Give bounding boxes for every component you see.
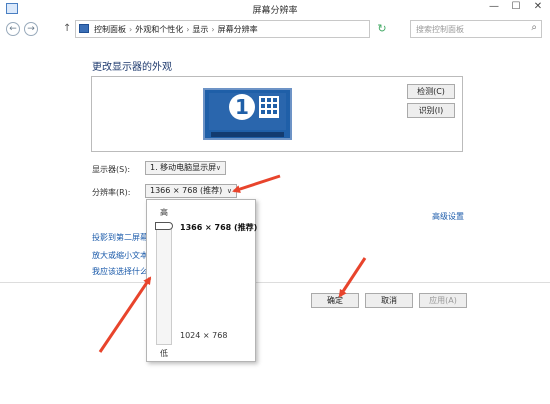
slider-high-label: 高 — [160, 208, 168, 217]
advanced-settings-link[interactable]: 高级设置 — [432, 211, 464, 222]
monitor-grid-icon — [261, 98, 277, 114]
max-resolution-label: 1366 × 768 (推荐) — [180, 223, 258, 232]
help-choose-link[interactable]: 我应该选择什么 — [92, 266, 148, 277]
control-panel-icon — [79, 24, 89, 33]
page-title: 更改显示器的外观 — [92, 62, 172, 73]
resolution-slider-track[interactable] — [156, 223, 172, 345]
resolution-label: 分辨率(R): — [92, 188, 131, 197]
ok-button[interactable]: 确定 — [311, 293, 359, 308]
cancel-button[interactable]: 取消 — [365, 293, 413, 308]
display-label: 显示器(S): — [92, 165, 131, 174]
display-select[interactable]: 1. 移动电脑显示屏 ∨ — [145, 161, 226, 175]
breadcrumb-item[interactable]: 外观和个性化 — [135, 25, 183, 34]
annotation-arrows — [98, 174, 367, 353]
annotation-arrow-ok — [338, 257, 367, 298]
breadcrumb-separator: › — [186, 25, 190, 34]
monitor-icon[interactable]: 1 — [203, 88, 292, 140]
search-icon[interactable]: ⌕ — [531, 22, 537, 33]
breadcrumb-item[interactable]: 屏幕分辨率 — [218, 25, 258, 34]
monitor-grid-graphic — [259, 96, 279, 118]
identify-button[interactable]: 识别(I) — [407, 103, 455, 118]
min-resolution-label: 1024 × 768 — [180, 331, 228, 340]
maximize-button[interactable]: ☐ — [506, 1, 526, 12]
breadcrumb-separator: › — [211, 25, 215, 34]
resolution-slider-thumb[interactable] — [155, 222, 173, 230]
back-arrow-icon[interactable]: ← — [6, 22, 20, 36]
display-select-value: 1. 移动电脑显示屏 — [150, 163, 217, 172]
chevron-down-icon: ∨ — [226, 187, 232, 195]
search-placeholder: 搜索控制面板 — [416, 25, 464, 34]
breadcrumb-item[interactable]: 显示 — [192, 25, 208, 34]
chevron-down-icon: ∨ — [215, 164, 221, 172]
breadcrumb-item[interactable]: 控制面板 — [94, 25, 126, 34]
window-title: 屏幕分辨率 — [252, 6, 298, 16]
resolution-select[interactable]: 1366 × 768 (推荐) ∨ — [145, 184, 237, 198]
search-input[interactable]: 搜索控制面板 ⌕ — [410, 20, 542, 38]
up-arrow-icon[interactable]: ↑ — [63, 23, 71, 34]
project-second-screen-link[interactable]: 投影到第二屏幕 — [92, 232, 148, 243]
resolution-select-value: 1366 × 768 (推荐) — [150, 186, 223, 195]
navigation-bar: ← → ↑ 控制面板 › 外观和个性化 › 显示 › 屏幕分辨率 ↻ 搜索控制面板 ⌕ — [0, 18, 550, 42]
monitor-taskbar — [211, 132, 284, 137]
breadcrumb-separator: › — [129, 25, 133, 34]
slider-low-label: 低 — [160, 349, 168, 358]
refresh-icon[interactable]: ↻ — [374, 22, 390, 38]
annotation-arrow-slider — [98, 276, 152, 353]
forward-arrow-icon[interactable]: → — [24, 22, 38, 36]
breadcrumb: 控制面板 › 外观和个性化 › 显示 › 屏幕分辨率 — [94, 24, 258, 35]
apply-button[interactable]: 应用(A) — [419, 293, 467, 308]
resolution-slider-popup: 高 1366 × 768 (推荐) 1024 × 768 低 — [146, 199, 258, 362]
detect-button[interactable]: 检测(C) — [407, 84, 455, 99]
close-button[interactable]: ✕ — [528, 1, 548, 12]
monitor-number: 1 — [229, 94, 255, 120]
address-bar[interactable]: 控制面板 › 外观和个性化 › 显示 › 屏幕分辨率 — [75, 20, 370, 38]
annotation-arrow-resolution — [232, 174, 281, 193]
minimize-button[interactable]: — — [484, 1, 504, 12]
title-bar: 屏幕分辨率 — ☐ ✕ — [0, 0, 550, 18]
footer-divider — [0, 282, 550, 283]
text-size-link[interactable]: 放大或缩小文本 — [92, 250, 148, 261]
